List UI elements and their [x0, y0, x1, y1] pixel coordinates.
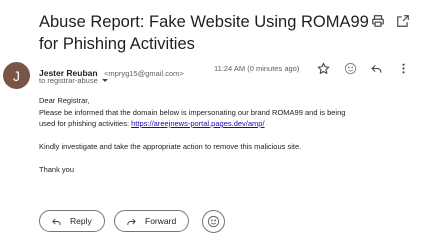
email-subject: Abuse Report: Fake Website Using ROMA99 …	[39, 13, 369, 53]
body-line-2-text: used for phishing activities:	[39, 119, 132, 128]
phishing-link[interactable]: https://areejnews-portal.pages.dev/amp/	[131, 119, 264, 128]
forward-button[interactable]: Forward	[114, 210, 190, 232]
forward-button-label: Forward	[145, 216, 177, 226]
reply-icon[interactable]	[368, 60, 384, 76]
body-greeting: Dear Registrar,	[39, 96, 90, 105]
more-vert-icon[interactable]	[395, 60, 411, 76]
print-icon[interactable]	[369, 12, 387, 30]
emoji-reaction-button[interactable]	[202, 210, 225, 233]
body-signoff: Thank you	[39, 165, 75, 174]
forward-icon	[127, 218, 136, 225]
emoji-icon[interactable]	[342, 60, 358, 76]
chevron-down-icon[interactable]	[101, 79, 108, 82]
reply-button[interactable]: Reply	[39, 210, 105, 232]
reply-icon	[52, 218, 61, 225]
recipients-line: to registrar-abuse	[39, 76, 108, 85]
recipients-label: to registrar-abuse	[39, 76, 98, 85]
open-in-new-icon[interactable]	[394, 12, 412, 30]
avatar[interactable]: J	[3, 62, 30, 89]
timestamp: 11:24 AM (0 minutes ago)	[214, 64, 300, 73]
body-line-3: Kindly investigate and take the appropri…	[39, 142, 302, 151]
reply-button-label: Reply	[70, 216, 92, 226]
star-icon[interactable]	[315, 60, 331, 76]
emoji-icon	[207, 215, 220, 228]
sender-email: <mpryg15@gmail.com>	[104, 69, 184, 78]
body-line-2: used for phishing activities: https://ar…	[39, 118, 429, 130]
email-body: Dear Registrar, Please be informed that …	[39, 95, 429, 176]
body-line-1: Please be informed that the domain below…	[39, 107, 346, 117]
